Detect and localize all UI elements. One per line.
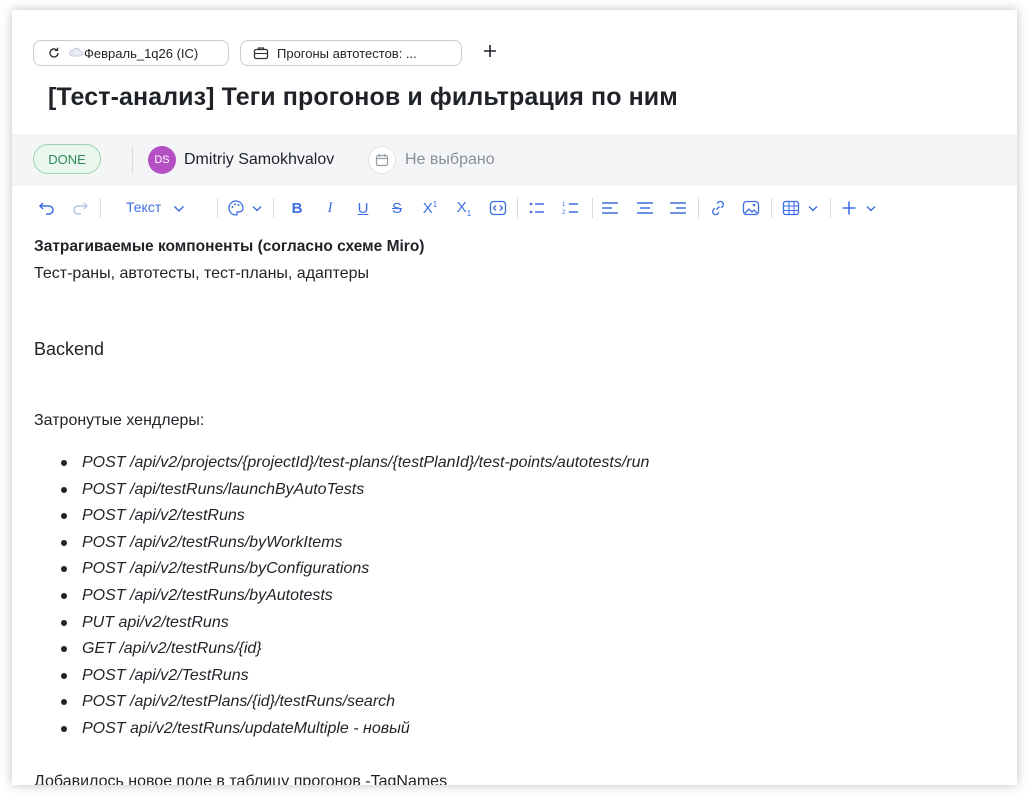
list-item: POST /api/v2/testRuns/byAutotests (34, 586, 649, 613)
components-heading: Затрагиваемые компоненты (согласно схеме… (34, 238, 425, 255)
page-title: [Тест-анализ] Теги прогонов и фильтрация… (48, 83, 678, 111)
list-item: POST /api/v2/TestRuns (34, 666, 649, 693)
superscript-icon[interactable]: X1 (420, 198, 440, 218)
due-date-field[interactable]: Не выбрано (405, 151, 495, 169)
avatar[interactable]: DS (148, 146, 176, 174)
toolbar-divider (592, 198, 593, 218)
list-item: POST api/v2/testRuns/updateMultiple - но… (34, 719, 649, 746)
list-item: POST /api/v2/testRuns (34, 506, 649, 533)
tab-autotests-label: Прогоны автотестов: ... (277, 45, 417, 61)
bullet-list-icon[interactable] (527, 198, 547, 218)
plus-icon (482, 43, 498, 64)
insert-plus-icon[interactable] (839, 198, 859, 218)
calendar-icon[interactable] (368, 146, 396, 174)
table-icon[interactable] (781, 198, 801, 218)
align-left-icon[interactable] (600, 198, 620, 218)
list-item: POST /api/v2/testRuns/byConfigurations (34, 559, 649, 586)
underline-icon[interactable]: U (353, 198, 373, 218)
tab-sprint[interactable]: Февраль_1q26 (IC) (33, 40, 229, 66)
list-item: POST /api/testRuns/launchByAutoTests (34, 480, 649, 507)
chevron-down-icon[interactable] (251, 198, 263, 218)
task-tabs: Февраль_1q26 (IC) Прогоны автотестов: ..… (33, 39, 501, 67)
cloud-icon (68, 45, 84, 61)
chevron-down-icon[interactable] (865, 198, 877, 218)
components-list: Тест-раны, автотесты, тест-планы, адапте… (34, 265, 370, 282)
add-tab-button[interactable] (479, 42, 501, 64)
handlers-list: POST /api/v2/projects/{projectId}/test-p… (34, 453, 649, 746)
text-style-label: Текст (126, 199, 162, 215)
subscript-icon[interactable]: X1 (454, 198, 474, 218)
align-right-icon[interactable] (668, 198, 688, 218)
list-item: GET /api/v2/testRuns/{id} (34, 639, 649, 666)
toolbar-divider (771, 198, 772, 218)
strikethrough-icon[interactable]: S (387, 198, 407, 218)
bold-icon[interactable]: B (287, 198, 307, 218)
task-status-bar: DONE DS Dmitriy Samokhvalov Не выбрано (12, 134, 1017, 186)
palette-icon[interactable] (226, 198, 246, 218)
svg-text:1: 1 (562, 202, 566, 208)
italic-icon[interactable]: I (320, 198, 340, 218)
align-center-icon[interactable] (635, 198, 655, 218)
status-divider (132, 146, 133, 174)
code-icon[interactable] (488, 198, 508, 218)
toolbar-divider (100, 198, 101, 218)
chevron-down-icon[interactable] (807, 198, 819, 218)
assignee-name[interactable]: Dmitriy Samokhvalov (184, 151, 334, 169)
toolbar-divider (217, 198, 218, 218)
list-item: POST /api/v2/testRuns/byWorkItems (34, 533, 649, 560)
toolbar-divider (273, 198, 274, 218)
toolbar-divider (830, 198, 831, 218)
svg-text:2: 2 (562, 210, 566, 216)
tab-autotests[interactable]: Прогоны автотестов: ... (240, 40, 462, 66)
status-badge[interactable]: DONE (33, 144, 101, 174)
list-item: POST /api/v2/testPlans/{id}/testRuns/sea… (34, 692, 649, 719)
redo-icon[interactable] (70, 198, 90, 218)
tab-sprint-label: Февраль_1q26 (IC) (84, 45, 199, 61)
toolbar-divider (698, 198, 699, 218)
task-window: Февраль_1q26 (IC) Прогоны автотестов: ..… (12, 10, 1017, 785)
text-style-select[interactable]: Текст (126, 199, 185, 216)
list-item: POST /api/v2/projects/{projectId}/test-p… (34, 453, 649, 480)
link-icon[interactable] (708, 198, 728, 218)
handlers-label: Затронутые хендлеры: (34, 412, 205, 429)
briefcase-icon (253, 45, 269, 61)
editor-toolbar: Текст B I U S X1 X1 12 (12, 192, 1017, 224)
undo-icon[interactable] (37, 198, 57, 218)
chevron-down-icon (173, 200, 185, 216)
backend-heading: Backend (34, 339, 105, 359)
sprint-icon (46, 45, 62, 61)
numbered-list-icon[interactable]: 12 (561, 198, 581, 218)
added-field-note: Добавилось новое поле в таблицу прогонов… (34, 773, 448, 785)
image-icon[interactable] (741, 198, 761, 218)
list-item: PUT api/v2/testRuns (34, 613, 649, 640)
toolbar-divider (517, 198, 518, 218)
